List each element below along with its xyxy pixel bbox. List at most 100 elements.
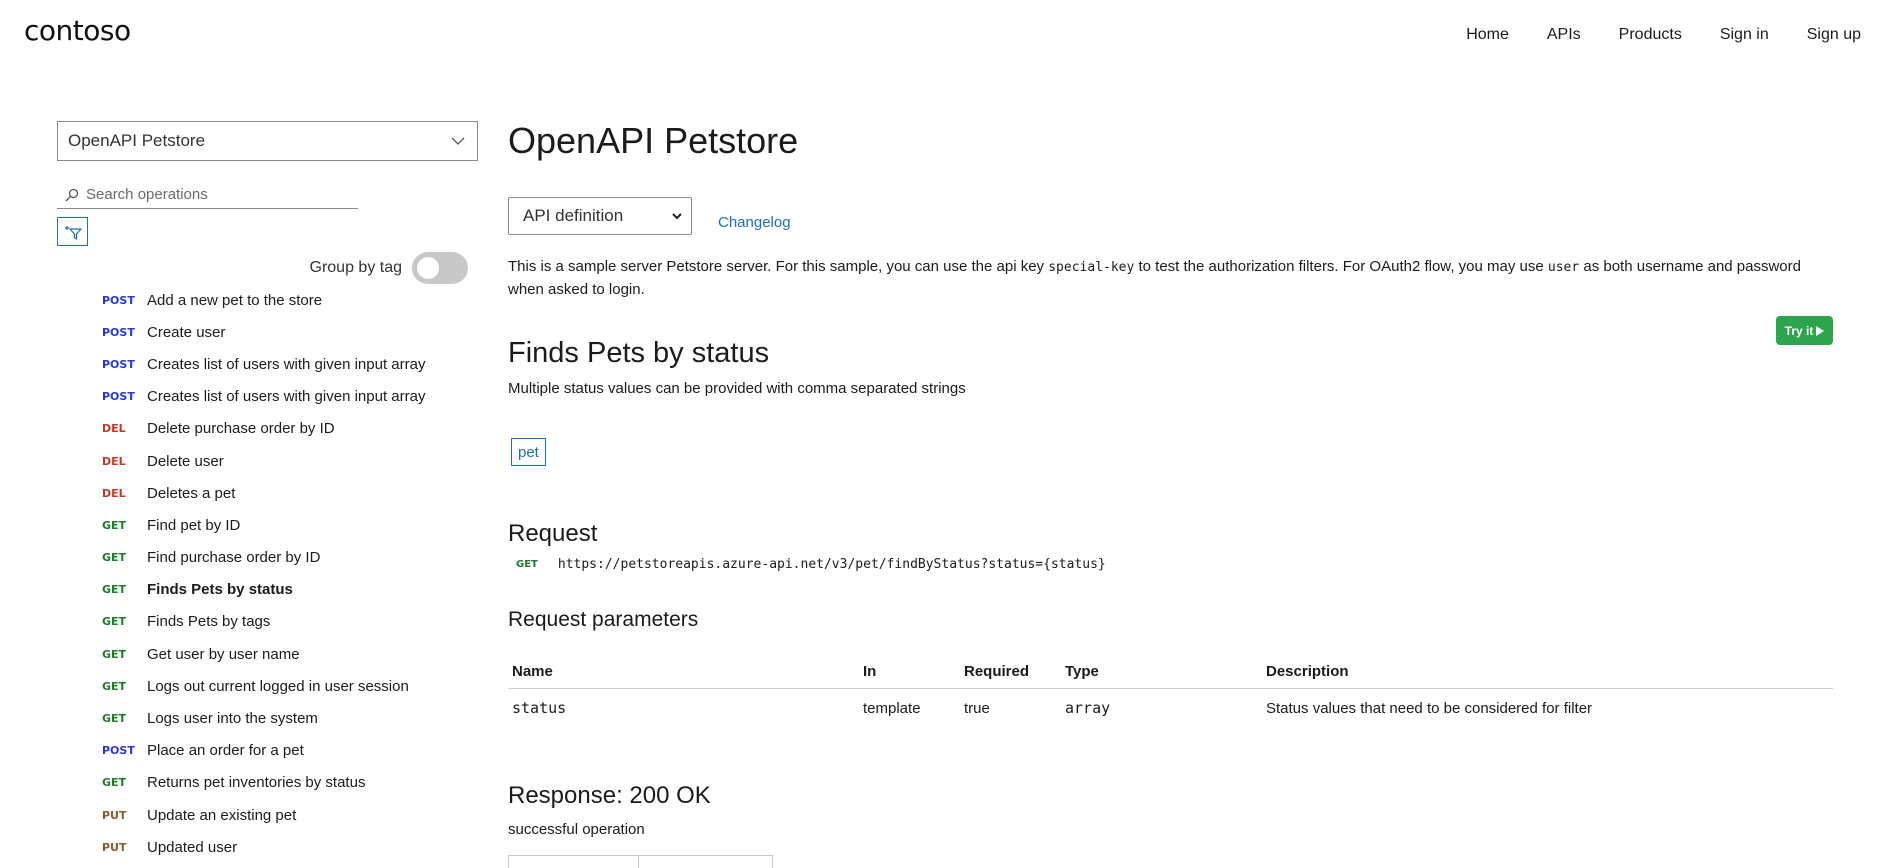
api-selector[interactable]: OpenAPI Petstore [57,121,478,161]
operation-name: Deletes a pet [147,484,236,502]
search-operations [57,181,358,209]
operation-verb: POST [102,357,135,371]
operation-name: Create user [147,323,226,341]
group-by-tag-label: Group by tag [309,259,403,276]
api-selector-value: OpenAPI Petstore [68,131,206,150]
param-description: Status values that need to be considered… [1266,699,1593,717]
operation-item[interactable]: GET Get user by user name [57,638,478,670]
operation-verb: GET [102,615,127,629]
operation-verb: DEL [102,486,126,500]
operation-item[interactable]: GET Finds Pets by tags [57,606,478,638]
search-operations-input[interactable] [86,186,346,203]
request-verb: GET [516,559,538,570]
operation-item[interactable]: GET Find pet by ID [57,509,478,541]
nav-sign-up[interactable]: Sign up [1807,26,1861,44]
operation-name: Place an order for a pet [147,742,304,760]
try-it-button[interactable]: Try it [1776,316,1833,345]
operation-verb: POST [102,293,135,307]
response-tab[interactable] [639,855,773,868]
param-type: array [1065,699,1111,718]
try-it-label: Try it [1784,323,1814,338]
response-heading: Response: 200 OK [508,782,711,809]
operation-item[interactable]: GET Logs out current logged in user sessi… [57,670,478,702]
request-url: https://petstoreapis.azure-api.net/v3/pe… [557,557,1106,572]
operation-name: Creates list of users with given input a… [147,355,426,373]
chevron-down-icon [672,213,682,220]
search-icon [65,188,79,201]
description-code-1: special-key [1048,260,1135,275]
operation-verb: DEL [102,454,126,468]
operation-verb: PUT [102,840,127,854]
operation-name: Find purchase order by ID [147,549,321,567]
request-line: GET https://petstoreapis.azure-api.net/v… [516,557,1106,572]
operation-name: Logs out current logged in user session [147,677,409,695]
operation-item[interactable]: POST Creates list of users with given inp… [57,348,478,380]
site-header: contoso Home APIs Products Sign in Sign … [0,0,1891,72]
operation-verb: GET [102,712,127,726]
operation-verb: POST [102,325,135,339]
page-title: OpenAPI Petstore [508,120,799,161]
param-in: template [863,699,921,717]
operation-name: Updated user [147,838,238,856]
operation-name: Finds Pets by status [147,581,293,599]
response-tab[interactable] [508,855,639,868]
site-logo[interactable]: contoso [24,14,131,47]
operation-verb: GET [102,776,127,790]
operation-verb: GET [102,551,127,565]
request-parameters-heading: Request parameters [508,608,699,631]
nav-home[interactable]: Home [1466,26,1509,44]
filter-button[interactable] [57,217,88,246]
play-icon [1816,325,1825,336]
operation-item[interactable]: POST Creates list of users with given inp… [57,381,478,413]
group-by-tag-row: Group by tag [57,252,468,284]
chevron-down-icon [451,137,465,145]
response-representations [508,855,773,868]
nav-products[interactable]: Products [1619,26,1682,44]
operation-item[interactable]: DEL Delete user [57,445,478,477]
operation-name: Delete purchase order by ID [147,420,335,438]
operation-name: Get user by user name [147,645,300,663]
operation-item[interactable]: DEL Deletes a pet [57,477,478,509]
api-description: This is a sample server Petstore server.… [508,256,1833,301]
top-nav: Home APIs Products Sign in Sign up [1428,26,1861,44]
col-type: Type [1061,656,1262,689]
operation-item[interactable]: GET Logs user into the system [57,702,478,734]
response-description: successful operation [508,821,645,838]
operation-item[interactable]: POST Add a new pet to the store [57,284,478,316]
operation-item[interactable]: PUT Updated user [57,831,478,863]
operation-name: Delete user [147,452,224,470]
operation-name: Find pet by ID [147,516,241,534]
operation-item[interactable]: POST Place an order for a pet [57,735,478,767]
api-definition-select[interactable]: API definition [508,197,692,235]
operation-name: Creates list of users with given input a… [147,388,426,406]
nav-sign-in[interactable]: Sign in [1720,26,1769,44]
operation-name: Returns pet inventories by status [147,774,366,792]
api-definition-value: API definition [523,206,624,225]
param-name: status [512,699,567,718]
operation-verb: GET [102,647,127,661]
operation-item[interactable]: GET Find purchase order by ID [57,542,478,574]
operation-item[interactable]: PUT Update an existing pet [57,799,478,831]
operation-item[interactable]: DEL Delete purchase order by ID [57,413,478,445]
operation-verb: GET [102,679,127,693]
operation-verb: GET [102,518,127,532]
nav-apis[interactable]: APIs [1547,26,1581,44]
col-required: Required [960,656,1061,689]
operations-list: POST Add a new pet to the store POST Create… [57,284,478,863]
operation-verb: DEL [102,422,126,436]
operation-item[interactable]: GET Finds Pets by status [57,574,478,606]
operation-name: Finds Pets by tags [147,613,271,631]
operations-sidebar: OpenAPI Petstore Group by tag POST Add a … [57,121,478,863]
changelog-link[interactable]: Changelog [718,214,791,231]
filter-icon [64,225,82,240]
operation-name: Logs user into the system [147,710,318,728]
tag-pet[interactable]: pet [511,438,546,466]
description-text-2: to test the authorization filters. For O… [1134,258,1548,275]
operation-item[interactable]: POST Create user [57,316,478,348]
request-parameters-table: Name In Required Type Description status… [508,656,1833,728]
group-by-tag-toggle[interactable] [412,252,468,284]
operation-item[interactable]: GET Returns pet inventories by status [57,767,478,799]
operation-title: Finds Pets by status [508,337,770,369]
operation-name: Update an existing pet [147,806,297,824]
operation-verb: PUT [102,808,127,822]
